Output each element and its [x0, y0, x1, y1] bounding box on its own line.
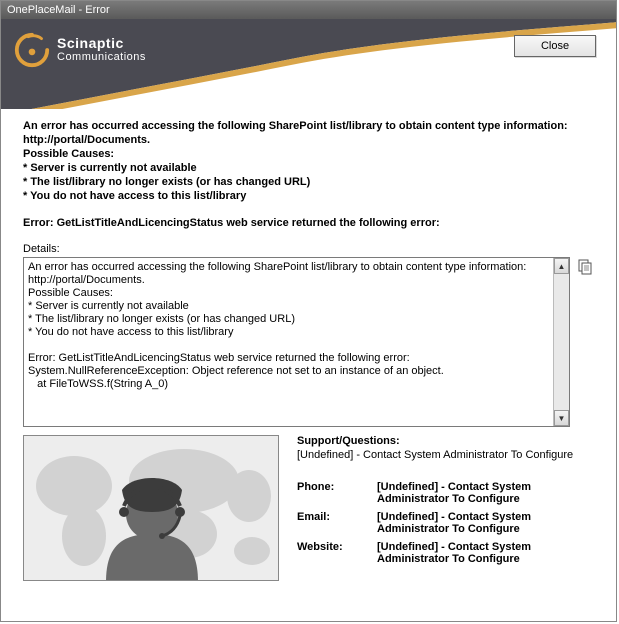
titlebar[interactable]: OnePlaceMail - Error [1, 1, 616, 19]
scroll-up-icon[interactable]: ▲ [554, 258, 569, 274]
error-dialog: OnePlaceMail - Error Scinaptic Communica… [0, 0, 617, 622]
contact-value-phone: [Undefined] - Contact System Administrat… [377, 481, 594, 505]
header-area: Scinaptic Communications Close [1, 19, 616, 109]
brand: Scinaptic Communications [13, 31, 146, 69]
contact-value-email: [Undefined] - Contact System Administrat… [377, 511, 594, 535]
details-text: An error has occurred accessing the foll… [24, 258, 553, 426]
details-label: Details: [23, 243, 594, 255]
scroll-track[interactable] [554, 274, 569, 410]
support-sub: [Undefined] - Contact System Administrat… [297, 449, 594, 461]
contact-label-phone: Phone: [297, 481, 377, 505]
contact-row-phone: Phone: [Undefined] - Contact System Admi… [297, 481, 594, 505]
support-image [23, 435, 279, 581]
brand-text: Scinaptic Communications [57, 36, 146, 64]
copy-button[interactable] [576, 257, 594, 280]
copy-icon [576, 259, 594, 277]
brand-line1: Scinaptic [57, 36, 146, 50]
support-heading: Support/Questions: [297, 435, 594, 447]
contact-row-email: Email: [Undefined] - Contact System Admi… [297, 511, 594, 535]
scroll-down-icon[interactable]: ▼ [554, 410, 569, 426]
support-info: Support/Questions: [Undefined] - Contact… [297, 435, 594, 611]
brand-logo-icon [13, 31, 51, 69]
contact-value-website: [Undefined] - Contact System Administrat… [377, 541, 594, 565]
contact-row-website: Website: [Undefined] - Contact System Ad… [297, 541, 594, 565]
brand-line2: Communications [57, 50, 146, 64]
content-area: An error has occurred accessing the foll… [1, 109, 616, 621]
details-scrollbar[interactable]: ▲ ▼ [553, 258, 569, 426]
details-box[interactable]: An error has occurred accessing the foll… [23, 257, 570, 427]
error-line: Error: GetListTitleAndLicencingStatus we… [23, 217, 594, 229]
contact-table: Phone: [Undefined] - Contact System Admi… [297, 481, 594, 565]
contact-label-email: Email: [297, 511, 377, 535]
close-button[interactable]: Close [514, 35, 596, 57]
window-title: OnePlaceMail - Error [7, 4, 110, 16]
contact-label-website: Website: [297, 541, 377, 565]
error-summary: An error has occurred accessing the foll… [23, 119, 594, 203]
